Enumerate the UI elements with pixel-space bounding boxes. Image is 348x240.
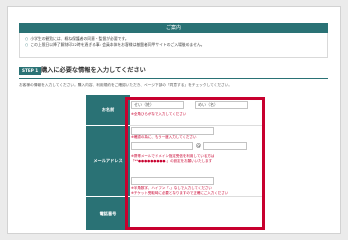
notice-header: ご案内 bbox=[19, 23, 328, 33]
notice-title: ご案内 bbox=[165, 25, 181, 31]
highlight-frame bbox=[125, 97, 265, 230]
notice-text: 小学生の観覧には、概ね保護者の同意・監督が必要です。 bbox=[30, 36, 129, 41]
step-title: 購入に必要な情報を入力してください bbox=[41, 67, 146, 74]
name-label: お名前 bbox=[86, 95, 130, 125]
notice-bullet: ○ bbox=[25, 42, 29, 47]
step-badge: STEP 1 bbox=[19, 67, 42, 75]
notice-text: この上限日以降了解刻印22時を過ぎる事: 会員本体をお客様は基盤者同甲サイトのご… bbox=[30, 42, 205, 47]
notice-body: ○ 小学生の観覧には、概ね保護者の同意・監督が必要です。 ○ この上限日以降了解刻印… bbox=[19, 33, 328, 58]
label-column: お名前 メールアドレス 電話番号 bbox=[86, 95, 130, 230]
step-heading: STEP 1 購入に必要な情報を入力してください bbox=[19, 66, 328, 79]
phone-label: 電話番号 bbox=[86, 197, 130, 230]
notice-line: ○ この上限日以降了解刻印22時を過ぎる事: 会員本体をお客様は基盤者同甲サイトの… bbox=[25, 42, 321, 48]
email-label: メールアドレス bbox=[86, 126, 130, 196]
notice-bullet: ○ bbox=[25, 36, 29, 41]
step-description: お客様の情報を入力してください。購入内容、利用規約をご確認いただき、ページ下部の… bbox=[19, 83, 233, 87]
